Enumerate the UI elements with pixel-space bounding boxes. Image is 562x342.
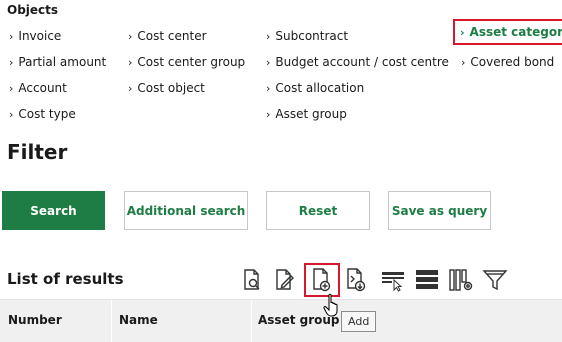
column-header-name[interactable]: Name [119, 313, 158, 327]
object-link-covered-bond[interactable]: › Covered bond [461, 55, 554, 69]
object-link-invoice[interactable]: › Invoice [9, 29, 61, 43]
object-link-budget-account[interactable]: › Budget account / cost centre [266, 55, 449, 69]
object-link-label: Subcontract [275, 29, 349, 43]
add-tooltip: Add [341, 311, 377, 332]
object-link-label: Partial amount [18, 55, 107, 69]
chevron-right-icon: › [128, 56, 133, 69]
filter-icon[interactable] [480, 264, 510, 296]
filter-title: Filter [7, 140, 68, 164]
object-link-label: Asset group [275, 107, 347, 121]
search-button[interactable]: Search [2, 191, 105, 230]
additional-search-button[interactable]: Additional search [124, 191, 248, 230]
column-settings-icon[interactable] [446, 264, 476, 296]
chevron-right-icon: › [128, 82, 133, 95]
object-link-cost-allocation[interactable]: › Cost allocation [266, 81, 364, 95]
column-header-number[interactable]: Number [8, 313, 62, 327]
object-link-account[interactable]: › Account [9, 81, 67, 95]
object-link-label: Budget account / cost centre [275, 55, 449, 69]
object-link-label: Cost allocation [275, 81, 365, 95]
chevron-right-icon: › [266, 82, 271, 95]
document-search-icon[interactable] [238, 264, 268, 296]
object-link-label: Asset category [469, 25, 562, 39]
save-as-query-button[interactable]: Save as query [388, 191, 491, 230]
chevron-right-icon: › [266, 108, 271, 121]
object-link-asset-category[interactable]: › Asset category [453, 19, 562, 45]
object-link-cost-object[interactable]: › Cost object [128, 81, 205, 95]
document-edit-icon[interactable] [270, 264, 300, 296]
column-divider [111, 300, 112, 342]
object-link-cost-type[interactable]: › Cost type [9, 107, 76, 121]
object-link-label: Invoice [18, 29, 62, 43]
object-link-subcontract[interactable]: › Subcontract [266, 29, 348, 43]
chevron-right-icon: › [266, 56, 271, 69]
object-link-cost-center-group[interactable]: › Cost center group [128, 55, 245, 69]
chevron-right-icon: › [9, 30, 14, 43]
chevron-right-icon: › [9, 56, 14, 69]
chevron-right-icon: › [460, 26, 465, 39]
object-link-label: Cost object [137, 81, 205, 95]
select-columns-icon[interactable] [378, 264, 408, 296]
reset-button[interactable]: Reset [266, 191, 370, 230]
chevron-right-icon: › [128, 30, 133, 43]
results-title: List of results [7, 270, 124, 288]
hand-cursor-icon [323, 293, 343, 321]
column-divider [251, 300, 252, 342]
object-link-label: Covered bond [470, 55, 555, 69]
object-link-label: Cost center group [137, 55, 246, 69]
chevron-right-icon: › [461, 56, 466, 69]
row-density-icon[interactable] [412, 264, 442, 296]
object-link-partial-amount[interactable]: › Partial amount [9, 55, 106, 69]
chevron-right-icon: › [266, 30, 271, 43]
object-link-label: Cost center [137, 29, 207, 43]
document-download-icon[interactable] [342, 264, 372, 296]
object-link-asset-group[interactable]: › Asset group [266, 107, 347, 121]
chevron-right-icon: › [9, 108, 14, 121]
object-link-label: Cost type [18, 107, 76, 121]
chevron-right-icon: › [9, 82, 14, 95]
object-link-cost-center[interactable]: › Cost center [128, 29, 207, 43]
object-link-label: Account [18, 81, 67, 95]
document-add-icon[interactable] [304, 263, 340, 297]
objects-title: Objects [7, 3, 59, 17]
